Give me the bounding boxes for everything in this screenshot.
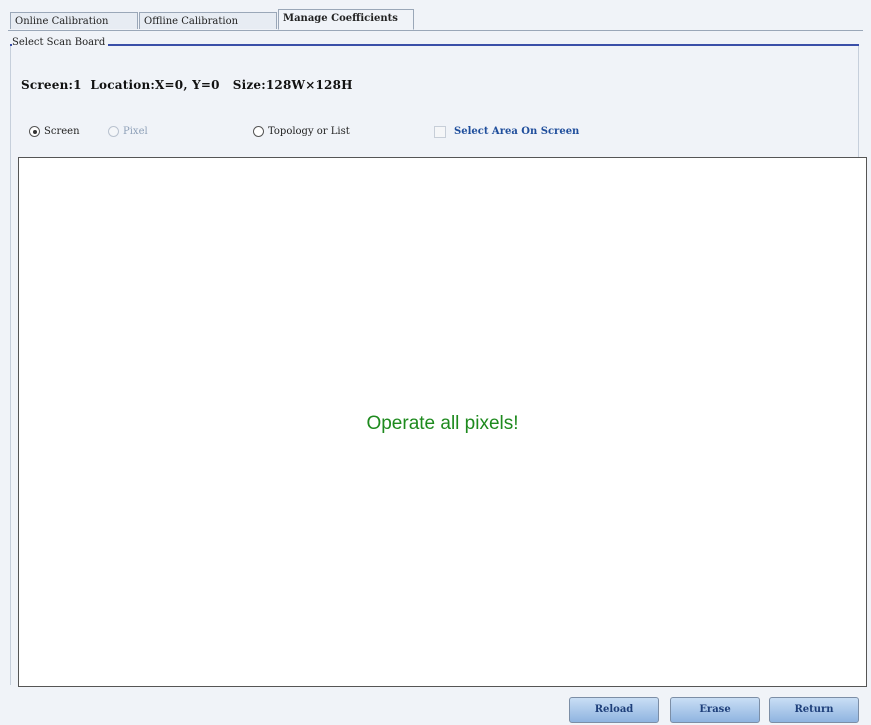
select-area-checkbox[interactable]: [434, 126, 446, 138]
pixel-canvas[interactable]: Operate all pixels!: [18, 157, 867, 687]
radio-topology-label[interactable]: Topology or List: [268, 126, 350, 138]
options-row: Screen Pixel Topology or List Select Are…: [0, 126, 871, 140]
tab-bar: Online Calibration Offline Calibration M…: [8, 8, 863, 31]
erase-button[interactable]: Erase: [670, 697, 760, 723]
tab-manage-coefficients[interactable]: Manage Coefficients: [278, 9, 414, 30]
radio-pixel-label[interactable]: Pixel: [123, 126, 148, 138]
group-legend: Select Scan Board: [12, 37, 109, 48]
radio-screen[interactable]: [29, 126, 40, 137]
return-button[interactable]: Return: [769, 697, 859, 723]
radio-topology[interactable]: [253, 126, 264, 137]
group-divider: [10, 44, 859, 46]
radio-pixel[interactable]: [108, 126, 119, 137]
canvas-message: Operate all pixels!: [366, 413, 519, 434]
screen-info: Screen:1 Location:X=0, Y=0 Size:128W×128…: [21, 78, 353, 92]
tab-offline-calibration[interactable]: Offline Calibration: [139, 12, 277, 29]
tab-online-calibration[interactable]: Online Calibration: [10, 12, 138, 29]
radio-screen-label[interactable]: Screen: [44, 126, 80, 138]
reload-button[interactable]: Reload: [569, 697, 659, 723]
select-area-label[interactable]: Select Area On Screen: [454, 126, 579, 138]
